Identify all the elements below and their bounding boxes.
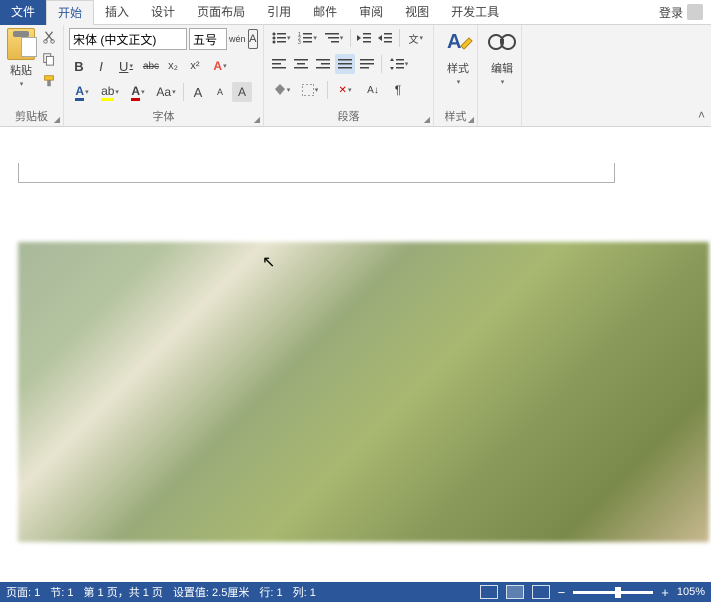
distribute-button[interactable] [357,54,377,74]
svg-text:3: 3 [298,40,301,44]
status-bar: 页面: 1 节: 1 第 1 页，共 1 页 设置值: 2.5厘米 行: 1 列… [0,582,711,602]
avatar-icon [687,4,703,20]
font-name-select[interactable] [69,28,187,50]
char-border-button[interactable]: A [248,29,258,49]
zoom-slider[interactable] [573,591,653,594]
status-page-of[interactable]: 第 1 页，共 1 页 [83,584,162,600]
tab-insert[interactable]: 插入 [94,0,140,25]
underline-button[interactable]: U▾ [113,56,139,76]
line-spacing-button[interactable]: ▾ [386,54,412,74]
status-section[interactable]: 节: 1 [50,584,73,600]
tab-file[interactable]: 文件 [0,0,46,25]
tab-design[interactable]: 设计 [140,0,186,25]
char-shading-button[interactable]: A [232,82,252,102]
change-case-button[interactable]: Aa▾ [153,82,179,102]
copy-button[interactable] [40,50,58,68]
italic-button[interactable]: I [91,56,111,76]
format-painter-button[interactable] [40,72,58,90]
zoom-out-button[interactable]: − [558,585,566,600]
login-label: 登录 [659,4,683,21]
snap-button[interactable]: ✕▾ [332,80,358,100]
print-layout-button[interactable] [506,585,524,599]
cut-button[interactable] [40,28,58,46]
status-column[interactable]: 列: 1 [293,584,316,600]
tab-layout[interactable]: 页面布局 [186,0,256,25]
shrink-font-button[interactable]: A [210,82,230,102]
group-styles: A 样式 ▾ 样式 ◢ [434,25,478,126]
status-position[interactable]: 设置值: 2.5厘米 [173,584,249,600]
zoom-thumb[interactable] [615,587,621,598]
phonetic-guide-button[interactable]: wén [229,29,246,49]
tab-mail[interactable]: 邮件 [302,0,348,25]
show-marks-button[interactable]: ¶ [388,80,408,100]
decrease-indent-button[interactable] [355,28,374,48]
login-button[interactable]: 登录 [651,4,711,21]
align-right-button[interactable] [313,54,333,74]
collapse-ribbon-button[interactable]: ˄ [698,108,705,122]
text-direction-button[interactable]: 文▾ [404,28,428,48]
svg-text:A: A [447,31,461,53]
superscript-button[interactable]: x² [185,56,205,76]
styles-icon: A [443,28,473,58]
align-left-button[interactable] [269,54,289,74]
align-center-button[interactable] [291,54,311,74]
styles-label: 样式 [447,60,469,76]
strikethrough-button[interactable]: abc [141,56,161,76]
styles-button[interactable]: A 样式 ▾ [439,28,477,86]
editing-label: 编辑 [491,60,513,76]
font-color-button[interactable]: A▾ [69,82,95,102]
bold-button[interactable]: B [69,56,89,76]
binoculars-icon [487,28,517,58]
paste-icon [7,28,35,60]
numbering-button[interactable]: 123▾ [295,28,319,48]
document-area[interactable]: ↖ [0,127,711,582]
chevron-down-icon: ▾ [501,78,505,86]
group-editing: 编辑 ▾ [478,25,522,126]
tab-bar: 文件 开始 插入 设计 页面布局 引用 邮件 审阅 视图 开发工具 登录 [0,0,711,25]
highlight-button[interactable]: ab▾ [97,82,123,102]
font-fill-button[interactable]: A▾ [125,82,151,102]
sort-button[interactable]: A↓ [360,80,386,100]
tab-review[interactable]: 审阅 [348,0,394,25]
ribbon: 粘贴 ▾ 剪贴板 ◢ wén A B I U▾ abc [0,25,711,127]
chevron-down-icon: ▾ [457,78,461,86]
clipboard-launcher-icon[interactable]: ◢ [54,115,60,124]
web-layout-button[interactable] [532,585,550,599]
status-line[interactable]: 行: 1 [259,584,282,600]
group-paragraph-label: 段落 [264,108,433,124]
font-launcher-icon[interactable]: ◢ [254,115,260,124]
document-image[interactable] [18,242,709,542]
tab-home[interactable]: 开始 [46,0,94,25]
zoom-in-button[interactable]: + [661,585,669,600]
font-size-select[interactable] [189,28,227,50]
multilevel-button[interactable]: ▾ [322,28,346,48]
subscript-button[interactable]: x₂ [163,56,183,76]
tab-dev[interactable]: 开发工具 [440,0,510,25]
group-clipboard: 粘贴 ▾ 剪贴板 ◢ [0,25,64,126]
justify-button[interactable] [335,54,355,74]
styles-launcher-icon[interactable]: ◢ [468,115,474,124]
tab-view[interactable]: 视图 [394,0,440,25]
increase-indent-button[interactable] [376,28,395,48]
zoom-level[interactable]: 105% [677,586,705,598]
page-margin-indicator [18,182,615,202]
borders-button[interactable]: ▾ [297,80,323,100]
chevron-down-icon: ▾ [20,80,24,88]
grow-font-button[interactable]: A [188,82,208,102]
editing-button[interactable]: 编辑 ▾ [483,28,521,86]
shading-button[interactable]: ▾ [269,80,295,100]
group-font-label: 字体 [64,108,263,124]
group-font: wén A B I U▾ abc x₂ x² A▾ A▾ ab▾ A▾ Aa▾ … [64,25,264,126]
bullets-button[interactable]: ▾ [269,28,293,48]
read-mode-button[interactable] [480,585,498,599]
status-page[interactable]: 页面: 1 [6,584,40,600]
group-paragraph: ▾ 123▾ ▾ 文▾ ▾ ▾ ▾ [264,25,434,126]
text-effects-button[interactable]: A▾ [207,56,233,76]
paragraph-launcher-icon[interactable]: ◢ [424,115,430,124]
paste-label: 粘贴 [10,62,32,78]
tab-references[interactable]: 引用 [256,0,302,25]
